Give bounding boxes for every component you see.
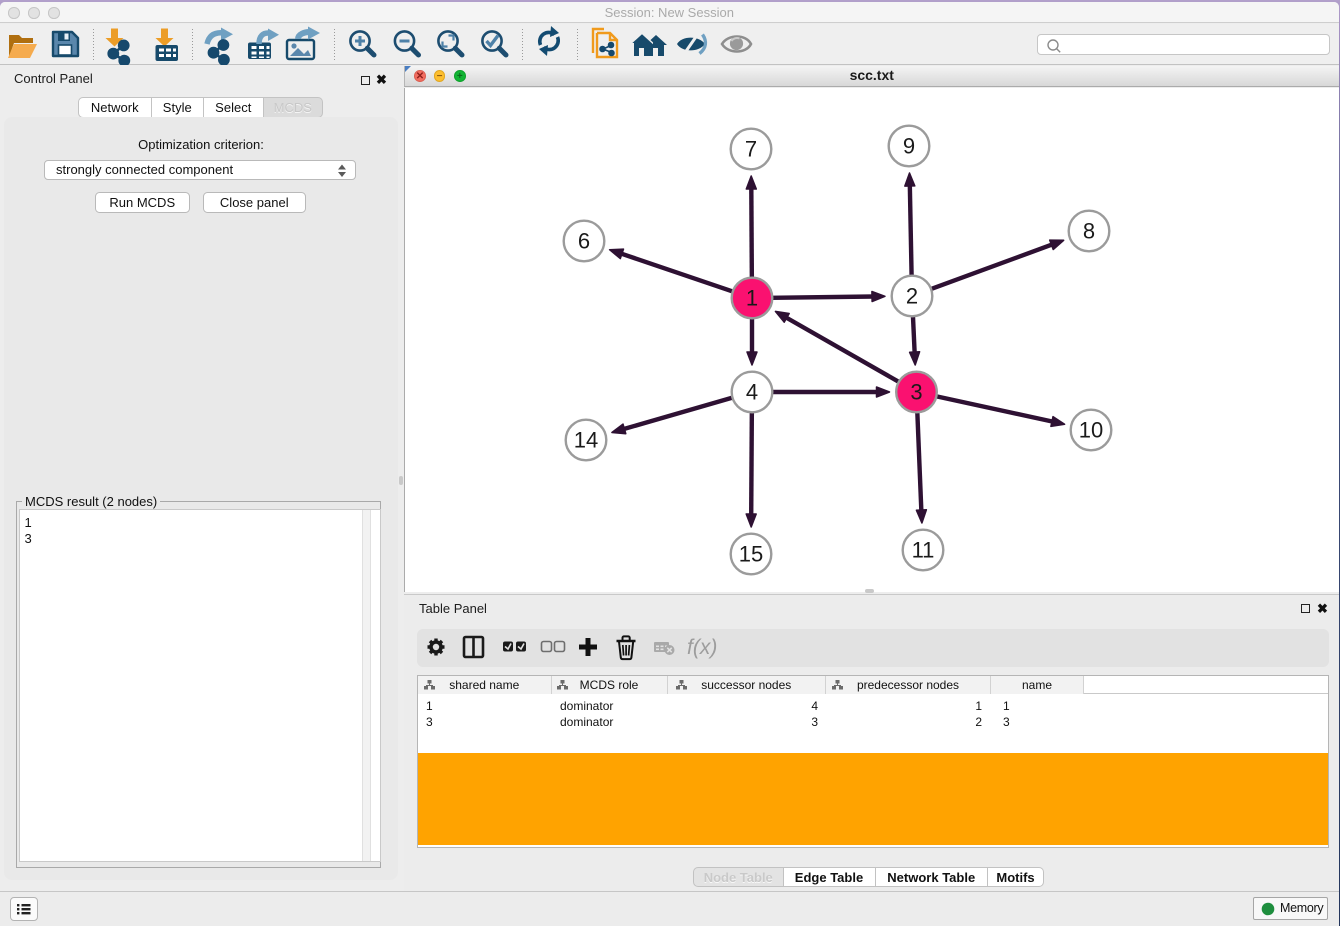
svg-text:14: 14 [574,427,598,452]
svg-text:3: 3 [910,379,922,404]
svg-text:11: 11 [912,537,935,562]
svg-text:6: 6 [578,228,590,253]
svg-text:1: 1 [746,285,758,310]
svg-text:9: 9 [903,133,915,158]
svg-text:2: 2 [906,283,918,308]
svg-text:f(x): f(x) [687,636,717,659]
svg-text:7: 7 [745,136,757,161]
svg-text:10: 10 [1079,417,1103,442]
svg-text:15: 15 [739,541,763,566]
svg-text:8: 8 [1083,218,1095,243]
svg-text:4: 4 [746,379,758,404]
